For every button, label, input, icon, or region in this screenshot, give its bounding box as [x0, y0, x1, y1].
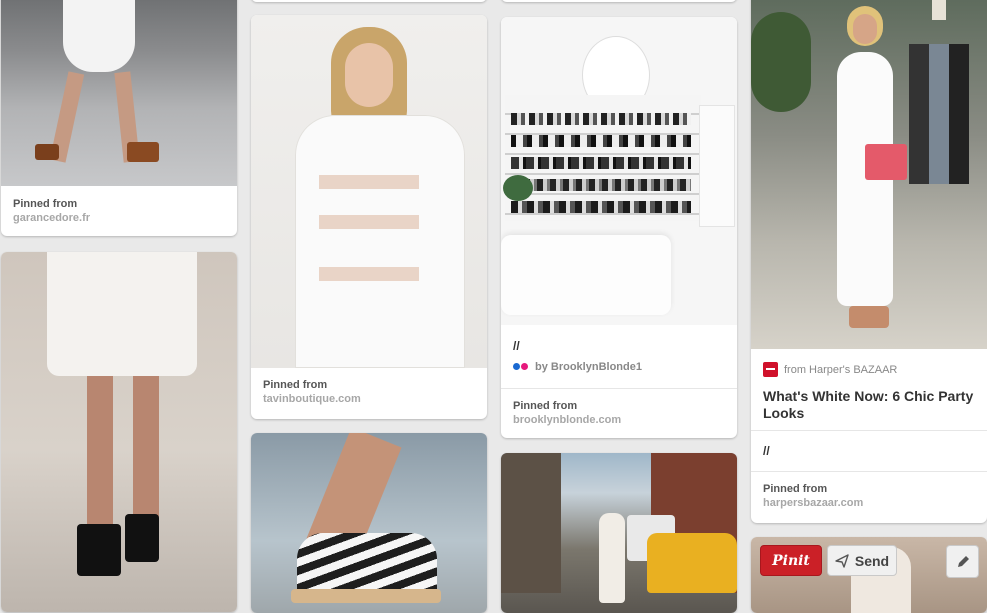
dress: [295, 115, 465, 368]
pin-source-link[interactable]: harpersbazaar.com: [763, 497, 975, 509]
pin-image-white-bedroom[interactable]: [501, 17, 737, 325]
pin-source-link[interactable]: brooklynblonde.com: [513, 414, 725, 426]
street-sign: [932, 0, 946, 20]
pin-card-tavinboutique[interactable]: Pinned from tavinboutique.com: [251, 15, 487, 419]
tree-foliage: [751, 12, 811, 112]
pinned-from-label: Pinned from: [763, 483, 828, 495]
pin-source-link[interactable]: tavinboutique.com: [263, 393, 475, 405]
pin-card-brooklynblonde[interactable]: // by BrooklynBlonde1 Pinned from brookl…: [501, 17, 737, 438]
pin-card-top-partial[interactable]: [251, 0, 487, 2]
pin-image-white-culottes[interactable]: [1, 252, 237, 612]
divider: [751, 430, 987, 431]
pin-description: //: [763, 444, 770, 458]
books-row-3: [511, 157, 691, 169]
pin-card-top-partial[interactable]: [501, 0, 737, 2]
pin-source-link[interactable]: garancedore.fr: [13, 212, 225, 224]
pencil-icon: [955, 554, 971, 570]
pin-image-white-dress[interactable]: [251, 15, 487, 368]
lace-band-2: [319, 215, 419, 229]
divider: [751, 471, 987, 472]
culottes-figure: [47, 252, 197, 376]
pin-card-garancedore[interactable]: Pinned from garancedore.fr: [1, 0, 237, 236]
cyclist-dress: [599, 513, 625, 603]
lace-band-1: [319, 175, 419, 189]
pin-image-street-shorts[interactable]: [1, 0, 237, 186]
pinned-from-label: Pinned from: [263, 379, 328, 391]
paper-plane-icon: [835, 553, 849, 568]
pin-card-white-culottes[interactable]: [1, 252, 237, 612]
face: [853, 14, 877, 44]
leg-right: [133, 376, 159, 536]
heel-right: [125, 514, 159, 562]
pin-image-white-maxi-dress[interactable]: [751, 0, 987, 349]
from-source[interactable]: from Harper's BAZAAR: [784, 364, 897, 376]
pinit-label: Pinit: [772, 552, 810, 569]
face: [345, 43, 393, 107]
books-row-5: [511, 201, 691, 213]
pin-card-espadrilles[interactable]: [251, 433, 487, 613]
pin-image-city-street[interactable]: [501, 453, 737, 613]
yellow-taxi: [647, 533, 737, 593]
pin-card-harpersbazaar[interactable]: from Harper's BAZAAR What's White Now: 6…: [751, 0, 987, 523]
books-row-1: [511, 113, 691, 125]
books-row-2: [511, 135, 691, 147]
bed: [501, 235, 671, 315]
shorts-figure: [63, 0, 135, 72]
door: [699, 105, 735, 227]
harpers-bazaar-logo: [763, 362, 778, 377]
pinned-from-label: Pinned from: [13, 198, 78, 210]
lace-band-3: [319, 267, 419, 281]
books-row-4: [511, 179, 691, 191]
pin-title[interactable]: What's White Now: 6 Chic Party Looks: [763, 388, 975, 422]
plant: [503, 175, 533, 201]
leg-left: [87, 376, 113, 536]
shoe-right: [127, 142, 159, 162]
pink-clutch: [865, 144, 907, 180]
flickr-dots-icon: [513, 363, 529, 371]
shoe-left: [35, 144, 59, 160]
pin-image-espadrilles[interactable]: [251, 433, 487, 613]
heel-left: [77, 524, 121, 576]
bystanders: [909, 44, 969, 184]
pinned-from-label: Pinned from: [513, 400, 578, 412]
pin-description: //: [513, 339, 520, 353]
pinner-name[interactable]: by BrooklynBlonde1: [535, 361, 642, 373]
divider: [501, 388, 737, 389]
building-left: [501, 453, 561, 593]
espadrille: [297, 533, 437, 597]
feet: [849, 306, 889, 328]
edit-button[interactable]: [946, 545, 979, 578]
pin-card-city-street[interactable]: [501, 453, 737, 613]
send-button[interactable]: Send: [827, 545, 897, 576]
send-label: Send: [854, 552, 890, 569]
pinit-button[interactable]: Pinit: [760, 545, 822, 576]
